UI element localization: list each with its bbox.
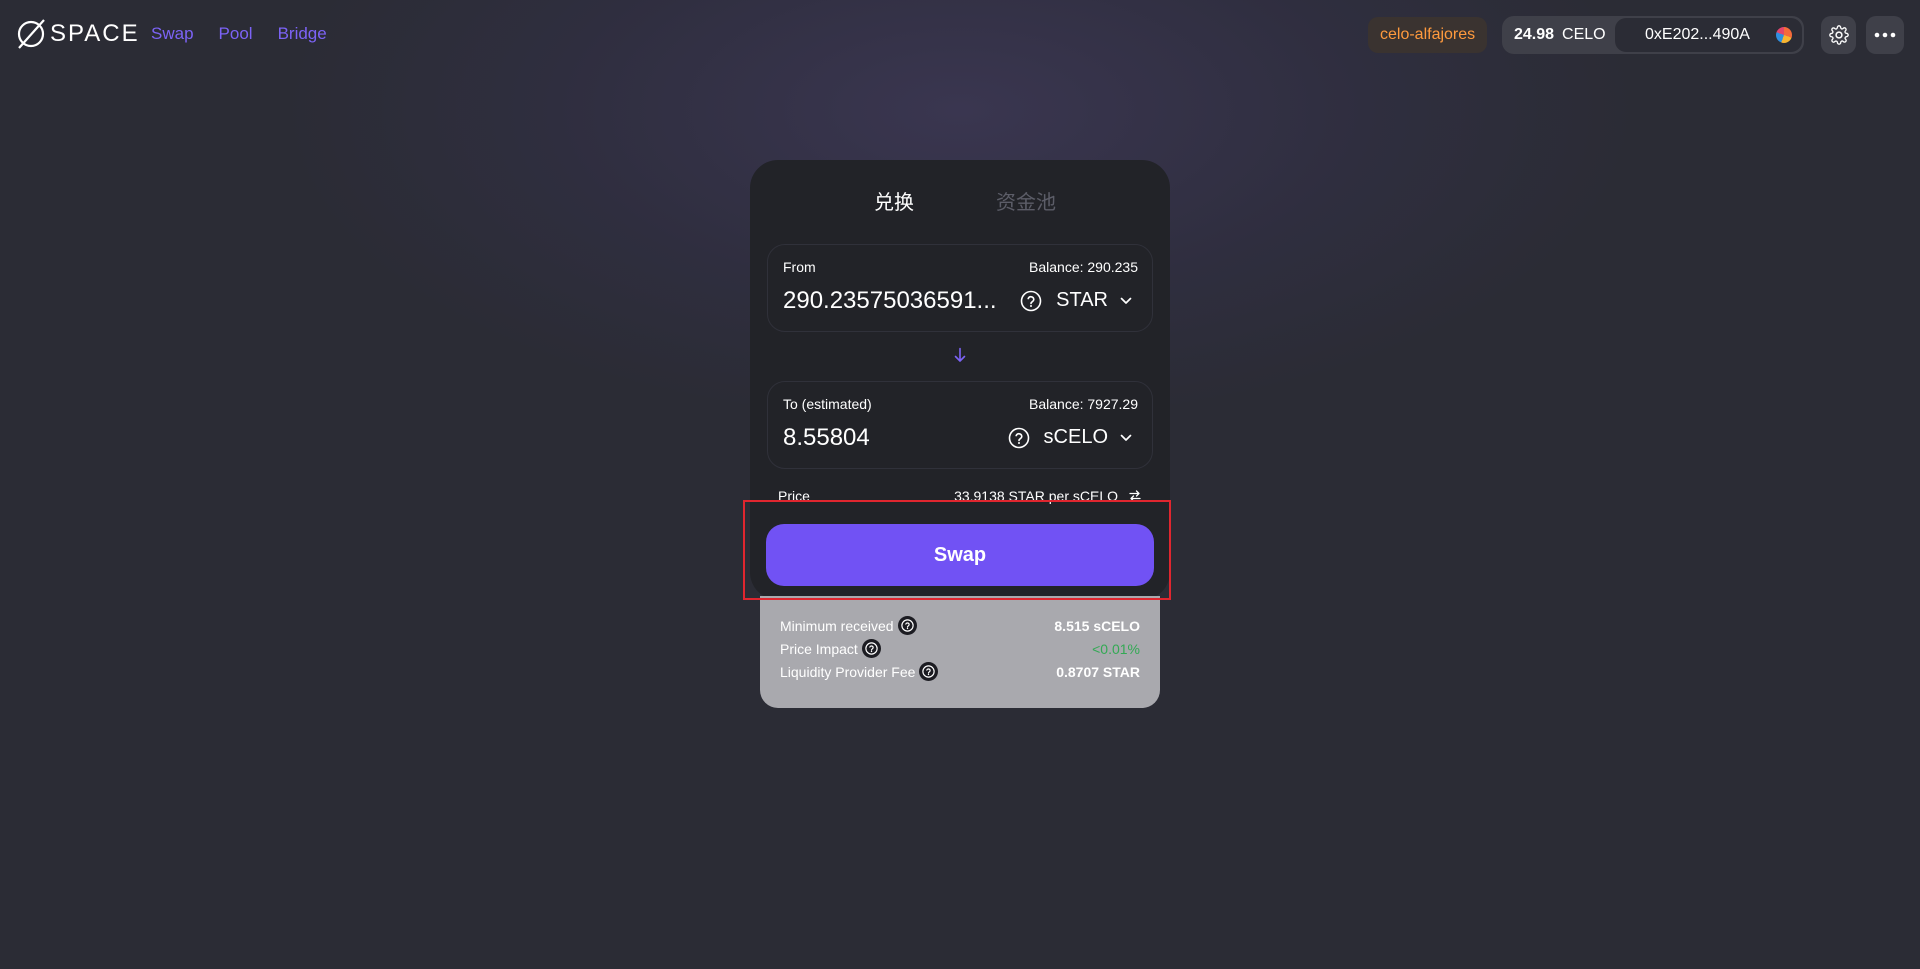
minimum-received-value: 8.515 sCELO [1054,617,1140,634]
to-token-symbol: sCELO [1043,426,1108,448]
price-label: Price [778,488,810,504]
lp-fee-value: 0.8707 STAR [1056,663,1140,680]
tab-pool[interactable]: 资金池 [990,186,1062,215]
price-value: 33.9138 STAR per sCELO [954,488,1142,504]
help-circle-icon [1020,290,1042,311]
network-badge[interactable]: celo-alfajores [1368,17,1488,53]
wallet-address: 0xE202...490A [1645,26,1750,43]
price-impact-value: <0.01% [1092,640,1140,657]
price-impact-label: Price Impact [780,640,858,657]
account-balance-unit: CELO [1562,26,1606,43]
app-header: SPACE Swap Pool Bridge celo-alfajores 24… [0,0,1920,70]
logo-text: SPACE [50,20,140,47]
from-token-symbol: STAR [1056,289,1108,311]
lp-fee-label: Liquidity Provider Fee [780,663,916,680]
detail-row: Price Impact <0.01% [780,637,1140,660]
account-box[interactable]: 24.98 CELO 0xE202...490A [1502,16,1804,54]
swap-card: 兑换 资金池 From Balance: 290.235 290.2357503… [750,160,1170,600]
price-text: 33.9138 STAR per sCELO [954,488,1118,504]
from-token-select[interactable]: STAR [1020,289,1132,312]
wallet-avatar-icon [1776,27,1792,43]
more-icon [1874,32,1896,38]
from-panel: From Balance: 290.235 290.23575036591...… [767,244,1153,332]
chevron-down-icon [1120,434,1132,441]
from-balance[interactable]: Balance: 290.235 [1029,259,1138,275]
main-nav: Swap Pool Bridge [151,24,327,44]
more-button[interactable] [1866,16,1904,54]
tab-swap[interactable]: 兑换 [858,186,930,215]
nav-swap[interactable]: Swap [151,24,194,44]
gear-icon [1828,25,1849,45]
account-balance: 24.98 CELO [1502,26,1615,44]
chevron-down-icon [1120,297,1132,304]
price-row: Price 33.9138 STAR per sCELO [778,488,1142,504]
detail-row: Minimum received 8.515 sCELO [780,614,1140,637]
from-amount-input[interactable]: 290.23575036591... [783,287,1013,315]
settings-button[interactable] [1821,16,1856,54]
space-logo[interactable]: SPACE [14,15,140,53]
help-circle-icon [1008,427,1029,448]
switch-direction-button[interactable] [953,347,967,365]
arrow-down-icon [954,347,966,362]
minimum-received-label: Minimum received [780,617,894,634]
detail-row: Liquidity Provider Fee 0.8707 STAR [780,660,1140,683]
to-token-select[interactable]: sCELO [1008,426,1132,449]
help-circle-icon[interactable] [919,662,939,681]
help-circle-icon[interactable] [897,616,917,635]
account-balance-amount: 24.98 [1514,26,1555,43]
help-circle-icon[interactable] [861,639,881,658]
nav-bridge[interactable]: Bridge [278,24,327,44]
detail-label: Price Impact [780,639,881,658]
to-label: To (estimated) [783,396,872,412]
detail-label: Liquidity Provider Fee [780,662,939,681]
from-label: From [783,259,816,275]
to-balance: Balance: 7927.29 [1029,396,1138,412]
to-amount-input[interactable]: 8.55804 [783,424,1013,452]
empty-set-logo-icon [17,19,45,49]
detail-label: Minimum received [780,616,917,635]
nav-pool[interactable]: Pool [219,24,253,44]
card-tabs: 兑换 资金池 [750,186,1170,215]
swap-button[interactable]: Swap [766,524,1154,586]
wallet-address-button[interactable]: 0xE202...490A [1615,18,1802,52]
trade-details: Minimum received 8.515 sCELO Price Impac… [760,596,1160,708]
swap-arrows-icon[interactable] [1128,489,1142,503]
to-panel: To (estimated) Balance: 7927.29 8.55804 … [767,381,1153,469]
